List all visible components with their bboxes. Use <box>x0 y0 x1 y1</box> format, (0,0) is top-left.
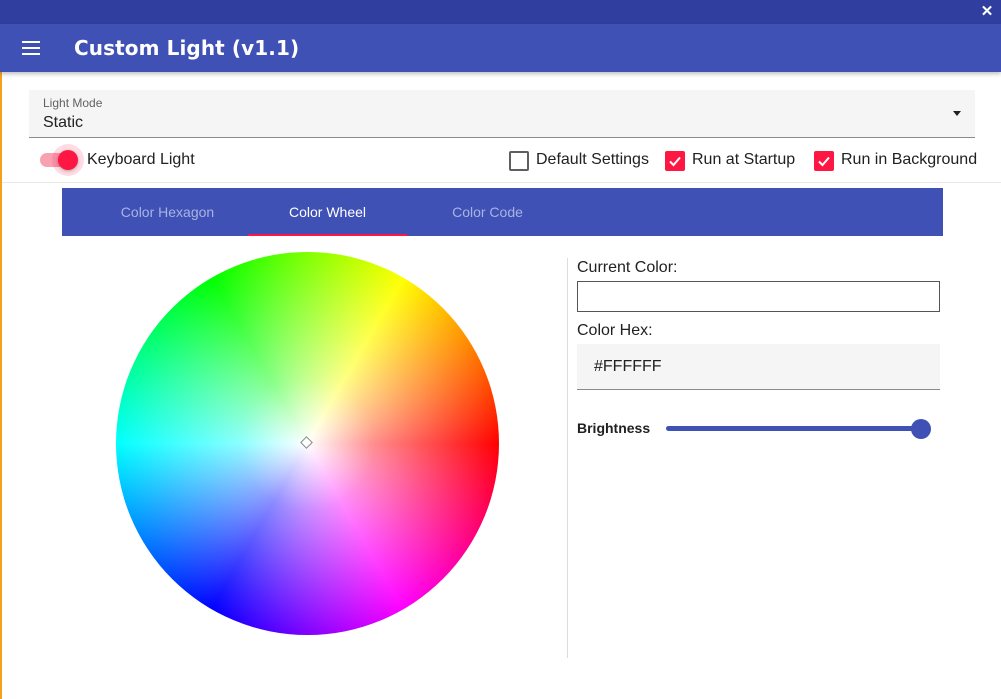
color-wheel[interactable] <box>116 252 499 635</box>
light-mode-select[interactable]: Light Mode Static <box>29 90 975 138</box>
keyboard-light-label: Keyboard Light <box>87 151 195 168</box>
tab-color-wheel[interactable]: Color Wheel <box>248 188 407 236</box>
window-edge <box>0 0 2 699</box>
dropdown-caret-icon <box>953 111 961 116</box>
keyboard-light-toggle[interactable] <box>38 144 84 176</box>
checkbox-checked-icon <box>665 151 685 171</box>
checkbox-checked-icon <box>814 151 834 171</box>
current-color-label: Current Color: <box>577 259 678 276</box>
close-icon: ✕ <box>980 3 994 20</box>
light-mode-value: Static <box>43 114 84 131</box>
color-hex-value: #FFFFFF <box>594 358 662 375</box>
tab-color-hexagon[interactable]: Color Hexagon <box>88 188 247 236</box>
slider-track <box>666 426 922 431</box>
hamburger-menu-icon[interactable] <box>22 41 42 55</box>
active-tab-indicator <box>248 234 407 236</box>
color-hex-input[interactable]: #FFFFFF <box>577 344 940 390</box>
options-divider <box>2 182 1001 183</box>
run-in-background-label: Run in Background <box>841 151 978 168</box>
current-color-swatch <box>577 281 940 312</box>
app-title: Custom Light (v1.1) <box>74 36 300 60</box>
slider-thumb[interactable] <box>911 419 931 439</box>
brightness-slider[interactable] <box>666 418 932 440</box>
close-button[interactable]: ✕ <box>977 2 997 22</box>
light-mode-label: Light Mode <box>43 96 103 110</box>
app-bar: Custom Light (v1.1) <box>0 24 1001 72</box>
tab-color-code[interactable]: Color Code <box>408 188 567 236</box>
panel-divider <box>567 258 568 658</box>
color-hex-label: Color Hex: <box>577 322 653 339</box>
run-at-startup-label: Run at Startup <box>692 151 796 168</box>
window-title-strip: ✕ <box>0 0 1001 24</box>
brightness-label: Brightness <box>577 420 651 436</box>
checkbox-unchecked-icon <box>509 151 529 171</box>
color-wheel-marker[interactable] <box>300 436 313 449</box>
color-tab-bar: Color Hexagon Color Wheel Color Code <box>62 188 943 236</box>
toggle-thumb <box>58 150 78 170</box>
default-settings-label: Default Settings <box>536 151 649 168</box>
